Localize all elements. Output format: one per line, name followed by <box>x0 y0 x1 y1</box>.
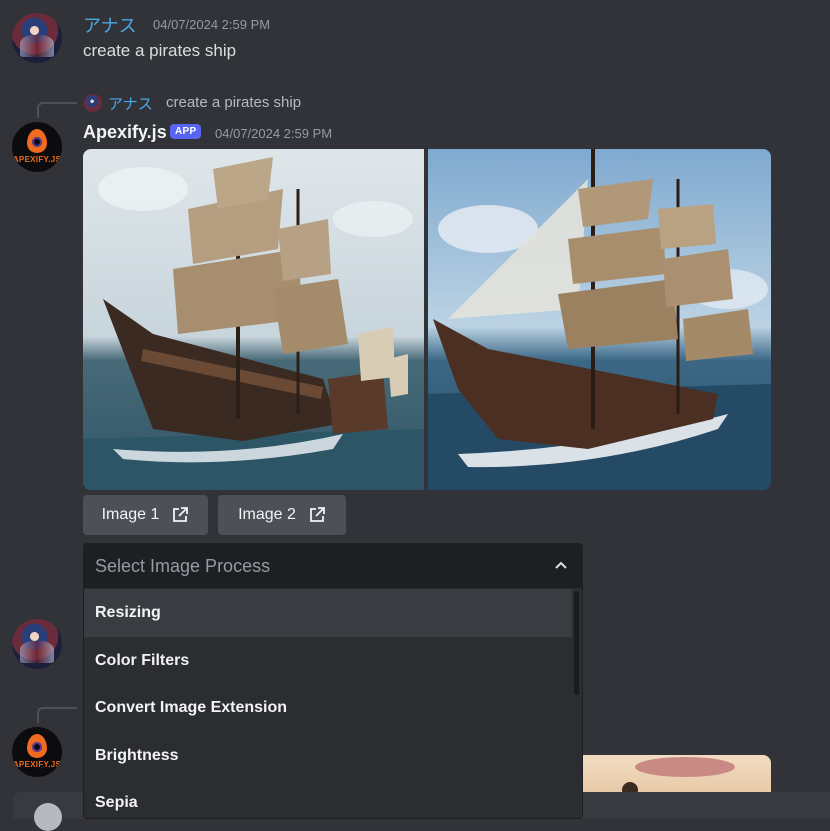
button-label: Image 1 <box>101 506 160 523</box>
chevron-up-icon[interactable] <box>552 557 570 575</box>
apexify-logo-icon <box>27 734 47 758</box>
generated-image-peek[interactable] <box>575 755 771 795</box>
username[interactable]: アナス <box>83 12 137 38</box>
select-option-convert-extension[interactable]: Convert Image Extension <box>84 684 572 732</box>
app-badge: APP <box>170 124 202 139</box>
select-option-color-filters[interactable]: Color Filters <box>84 637 572 685</box>
reply-avatar[interactable] <box>84 94 102 112</box>
apexify-logo-icon <box>27 129 47 153</box>
image-1-button[interactable]: Image 1 <box>83 495 208 535</box>
select-option-sepia[interactable]: Sepia <box>84 779 572 818</box>
pirate-ship-illustration-1 <box>83 157 424 490</box>
timestamp: 04/07/2024 2:59 PM <box>153 17 271 32</box>
message-text: create a pirates ship <box>83 41 237 60</box>
reply-connector <box>37 102 77 118</box>
image-process-select[interactable]: Select Image Process Resizing Color Filt… <box>83 543 583 819</box>
select-header[interactable]: Select Image Process <box>84 544 582 588</box>
generated-image-2[interactable] <box>428 149 771 490</box>
user-avatar[interactable] <box>12 13 62 63</box>
external-link-icon <box>173 507 189 522</box>
bot-logo-text: APEXIFY.JS <box>12 155 62 164</box>
select-option-resizing[interactable]: Resizing <box>84 589 572 637</box>
dropdown-scrollbar[interactable] <box>574 591 579 695</box>
add-attachment-icon[interactable] <box>34 803 62 831</box>
pirate-ship-illustration-2 <box>428 149 771 490</box>
select-option-brightness[interactable]: Brightness <box>84 732 572 780</box>
image-peek-illustration <box>622 757 735 795</box>
external-link-icon <box>310 507 325 522</box>
reply-connector <box>37 707 77 723</box>
user-avatar[interactable] <box>12 619 62 669</box>
bot-avatar[interactable]: APEXIFY.JS <box>12 727 62 777</box>
bot-avatar[interactable]: APEXIFY.JS <box>12 122 62 172</box>
select-placeholder: Select Image Process <box>95 555 271 576</box>
generated-image-1[interactable] <box>83 149 424 490</box>
reply-username[interactable]: アナス <box>108 93 153 114</box>
bot-name[interactable]: Apexify.js <box>83 122 167 143</box>
reply-text[interactable]: create a pirates ship <box>166 94 301 111</box>
bot-timestamp: 04/07/2024 2:59 PM <box>215 126 333 141</box>
button-label: Image 2 <box>238 506 296 523</box>
image-2-button[interactable]: Image 2 <box>218 495 346 535</box>
bot-logo-text: APEXIFY.JS <box>12 760 62 769</box>
